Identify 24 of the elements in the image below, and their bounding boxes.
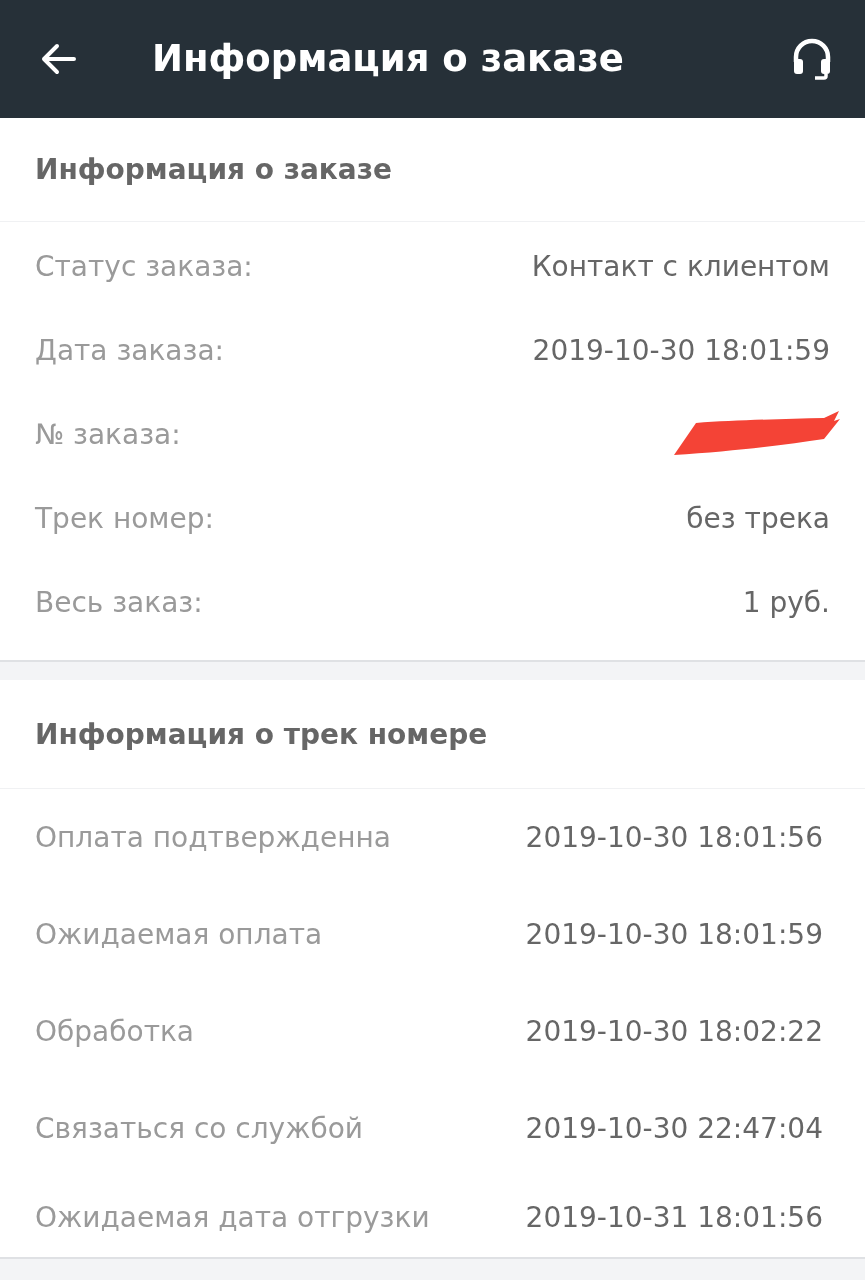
event-label: Ожидаемая оплата bbox=[35, 918, 323, 951]
field-value: без трека bbox=[686, 501, 830, 535]
field-label: Весь заказ: bbox=[35, 585, 203, 619]
field-label: Дата заказа: bbox=[35, 333, 224, 367]
section-title: Информация о заказе bbox=[35, 153, 393, 186]
event-time: 2019-10-30 18:01:56 bbox=[525, 821, 823, 854]
section-title: Информация о трек номере bbox=[35, 717, 488, 751]
event-time: 2019-10-30 18:02:22 bbox=[525, 1015, 823, 1048]
field-value: 1 руб. bbox=[742, 585, 830, 619]
event-label: Ожидаемая дата отгрузки bbox=[35, 1200, 430, 1234]
field-label: Трек номер: bbox=[35, 501, 214, 535]
headset-icon bbox=[791, 38, 833, 80]
field-value: 2019-10-30 18:01:59 bbox=[532, 333, 830, 367]
event-time: 2019-10-31 18:01:56 bbox=[525, 1200, 823, 1234]
field-label: Статус заказа: bbox=[35, 249, 253, 283]
event-label: Обработка bbox=[35, 1015, 195, 1048]
back-arrow-icon bbox=[40, 43, 76, 75]
event-label: Оплата подтвержденна bbox=[35, 821, 391, 854]
field-value: Контакт с клиентом bbox=[531, 249, 830, 283]
screen-title: Информация о заказе bbox=[152, 36, 625, 82]
event-label: Связаться со службой bbox=[35, 1112, 363, 1145]
field-label: № заказа: bbox=[35, 417, 181, 451]
event-time: 2019-10-30 22:47:04 bbox=[525, 1112, 823, 1145]
event-time: 2019-10-30 18:01:59 bbox=[525, 918, 823, 951]
